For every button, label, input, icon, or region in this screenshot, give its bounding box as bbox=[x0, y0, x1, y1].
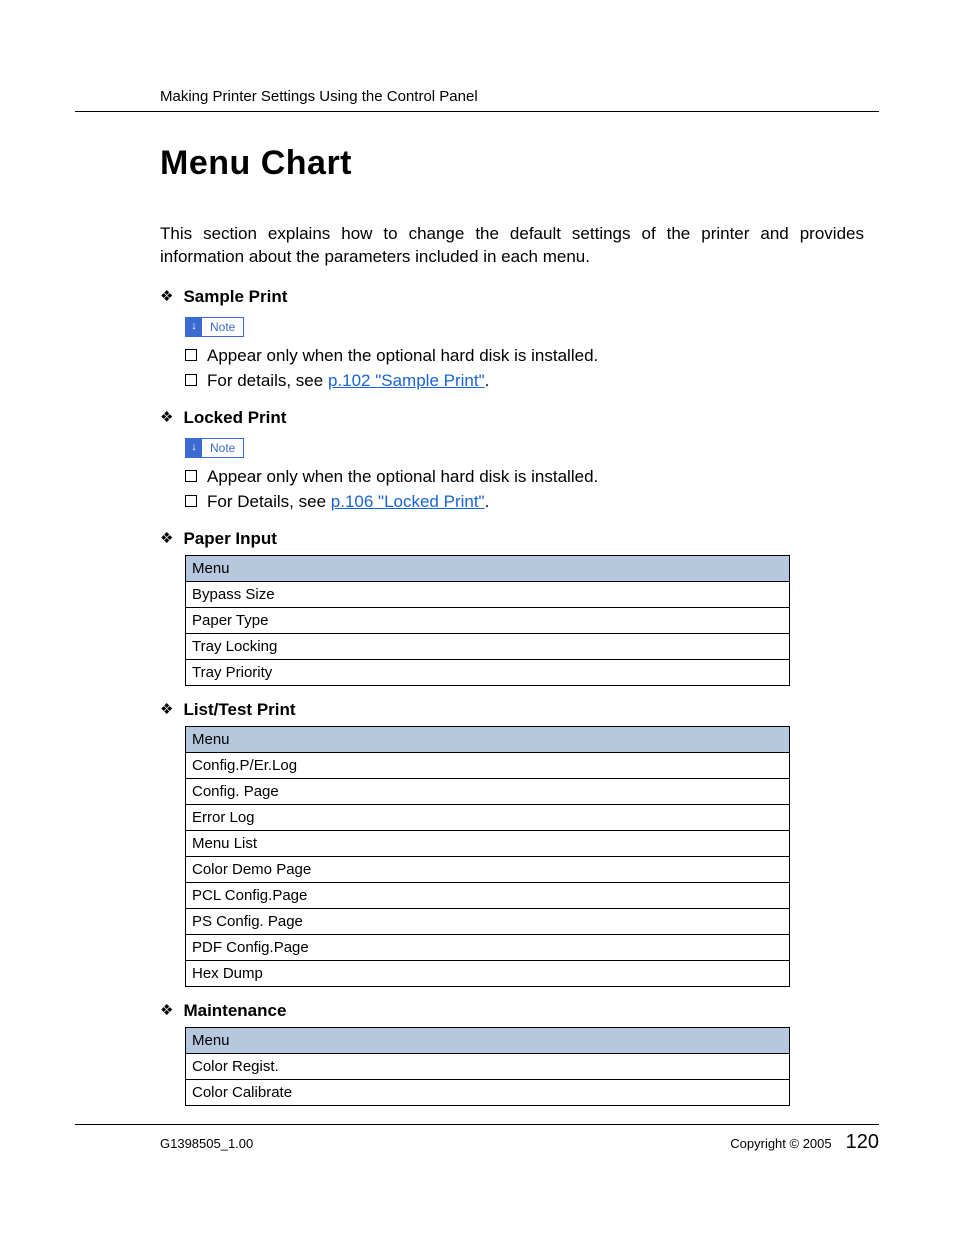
diamond-icon: ❖ bbox=[160, 531, 173, 546]
table-row: Bypass Size bbox=[186, 581, 790, 607]
square-bullet-icon bbox=[185, 495, 197, 507]
table-header: Menu bbox=[186, 726, 790, 752]
section-title: List/Test Print bbox=[183, 700, 295, 720]
square-bullet-icon bbox=[185, 349, 197, 361]
top-divider bbox=[75, 111, 879, 112]
section-title: Maintenance bbox=[183, 1001, 286, 1021]
table-row: Error Log bbox=[186, 804, 790, 830]
table-row: Hex Dump bbox=[186, 960, 790, 986]
bottom-divider bbox=[75, 1124, 879, 1125]
section-heading-paper-input: ❖ Paper Input bbox=[160, 529, 879, 549]
table-cell: Error Log bbox=[186, 804, 790, 830]
bullet-item: Appear only when the optional hard disk … bbox=[185, 464, 879, 490]
table-cell: PS Config. Page bbox=[186, 908, 790, 934]
section-heading-sample-print: ❖ Sample Print bbox=[160, 287, 879, 307]
down-arrow-icon: ↓ bbox=[186, 439, 202, 457]
bullet-text: Appear only when the optional hard disk … bbox=[207, 343, 598, 369]
table-cell: Config.P/Er.Log bbox=[186, 752, 790, 778]
table-cell: Color Demo Page bbox=[186, 856, 790, 882]
table-cell: Hex Dump bbox=[186, 960, 790, 986]
table-cell: Tray Priority bbox=[186, 659, 790, 685]
note-badge: ↓ Note bbox=[185, 317, 244, 337]
diamond-icon: ❖ bbox=[160, 702, 173, 717]
bullet-text-pre: For details, see bbox=[207, 371, 328, 390]
link-locked-print[interactable]: p.106 "Locked Print" bbox=[331, 492, 485, 511]
note-badge: ↓ Note bbox=[185, 438, 244, 458]
table-row: Color Calibrate bbox=[186, 1079, 790, 1105]
section-heading-locked-print: ❖ Locked Print bbox=[160, 408, 879, 428]
bullet-text: For details, see p.102 "Sample Print". bbox=[207, 368, 489, 394]
intro-paragraph: This section explains how to change the … bbox=[160, 223, 864, 269]
note-label: Note bbox=[202, 439, 243, 457]
maintenance-table: Menu Color Regist. Color Calibrate bbox=[185, 1027, 790, 1106]
table-cell: Color Regist. bbox=[186, 1053, 790, 1079]
diamond-icon: ❖ bbox=[160, 410, 173, 425]
table-row: PDF Config.Page bbox=[186, 934, 790, 960]
section-heading-maintenance: ❖ Maintenance bbox=[160, 1001, 879, 1021]
table-row: Tray Priority bbox=[186, 659, 790, 685]
paper-input-table: Menu Bypass Size Paper Type Tray Locking… bbox=[185, 555, 790, 686]
link-sample-print[interactable]: p.102 "Sample Print" bbox=[328, 371, 485, 390]
table-cell: PCL Config.Page bbox=[186, 882, 790, 908]
section-title: Paper Input bbox=[183, 529, 277, 549]
table-cell: Bypass Size bbox=[186, 581, 790, 607]
footer: G1398505_1.00 Copyright © 2005 120 bbox=[160, 1131, 879, 1154]
table-row: Color Regist. bbox=[186, 1053, 790, 1079]
table-row: Color Demo Page bbox=[186, 856, 790, 882]
bullet-text: For Details, see p.106 "Locked Print". bbox=[207, 489, 489, 515]
section-title: Locked Print bbox=[183, 408, 286, 428]
table-row: Paper Type bbox=[186, 607, 790, 633]
section-heading-list-test: ❖ List/Test Print bbox=[160, 700, 879, 720]
table-cell: Tray Locking bbox=[186, 633, 790, 659]
table-cell: Paper Type bbox=[186, 607, 790, 633]
table-header: Menu bbox=[186, 1027, 790, 1053]
bullet-text: Appear only when the optional hard disk … bbox=[207, 464, 598, 490]
table-row: Tray Locking bbox=[186, 633, 790, 659]
list-test-table: Menu Config.P/Er.Log Config. Page Error … bbox=[185, 726, 790, 987]
page-title: Menu Chart bbox=[160, 144, 879, 183]
diamond-icon: ❖ bbox=[160, 289, 173, 304]
section-title: Sample Print bbox=[183, 287, 287, 307]
footer-page-number: 120 bbox=[846, 1131, 879, 1154]
table-row: Config.P/Er.Log bbox=[186, 752, 790, 778]
footer-doc-id: G1398505_1.00 bbox=[160, 1136, 253, 1151]
bullet-item: For Details, see p.106 "Locked Print". bbox=[185, 489, 879, 515]
diamond-icon: ❖ bbox=[160, 1003, 173, 1018]
table-cell: Color Calibrate bbox=[186, 1079, 790, 1105]
running-head: Making Printer Settings Using the Contro… bbox=[160, 88, 879, 105]
table-row: PCL Config.Page bbox=[186, 882, 790, 908]
table-cell: PDF Config.Page bbox=[186, 934, 790, 960]
bullet-text-pre: For Details, see bbox=[207, 492, 331, 511]
bullet-item: Appear only when the optional hard disk … bbox=[185, 343, 879, 369]
bullet-text-post: . bbox=[485, 371, 490, 390]
square-bullet-icon bbox=[185, 470, 197, 482]
square-bullet-icon bbox=[185, 374, 197, 386]
note-label: Note bbox=[202, 318, 243, 336]
table-header: Menu bbox=[186, 555, 790, 581]
down-arrow-icon: ↓ bbox=[186, 318, 202, 336]
bullet-text-post: . bbox=[485, 492, 490, 511]
bullet-item: For details, see p.102 "Sample Print". bbox=[185, 368, 879, 394]
footer-copyright: Copyright © 2005 bbox=[730, 1136, 831, 1151]
table-row: Menu List bbox=[186, 830, 790, 856]
table-cell: Menu List bbox=[186, 830, 790, 856]
table-row: Config. Page bbox=[186, 778, 790, 804]
table-row: PS Config. Page bbox=[186, 908, 790, 934]
table-cell: Config. Page bbox=[186, 778, 790, 804]
